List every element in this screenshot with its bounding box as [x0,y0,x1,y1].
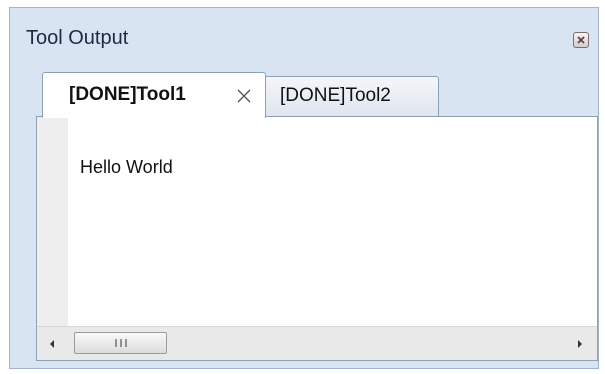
scroll-thumb-grip-icon [115,339,127,347]
output-text: Hello World [80,157,173,177]
tab-tool1[interactable]: [DONE]Tool1 [42,72,266,118]
output-area[interactable]: Hello World [36,116,598,361]
tab-tool2[interactable]: [DONE]Tool2 [264,76,439,116]
panel-title: Tool Output [26,27,129,49]
title-bar: Tool Output [10,8,598,66]
tab-tool1-label: [DONE]Tool1 [69,84,186,105]
tab-tool2-label: [DONE]Tool2 [280,85,391,106]
close-panel-button[interactable] [573,32,589,48]
horizontal-scrollbar[interactable] [37,326,597,360]
scroll-thumb[interactable] [74,332,167,354]
line-gutter [37,117,68,326]
tool-output-panel: Tool Output [DONE]Tool1 [DONE]Tool2 Hell… [9,7,599,369]
close-tab-icon[interactable] [235,87,253,105]
tab-strip: [DONE]Tool1 [DONE]Tool2 [36,72,598,118]
close-icon [577,36,585,44]
scroll-right-arrow-icon[interactable] [575,338,585,350]
scroll-left-arrow-icon[interactable] [47,338,57,350]
